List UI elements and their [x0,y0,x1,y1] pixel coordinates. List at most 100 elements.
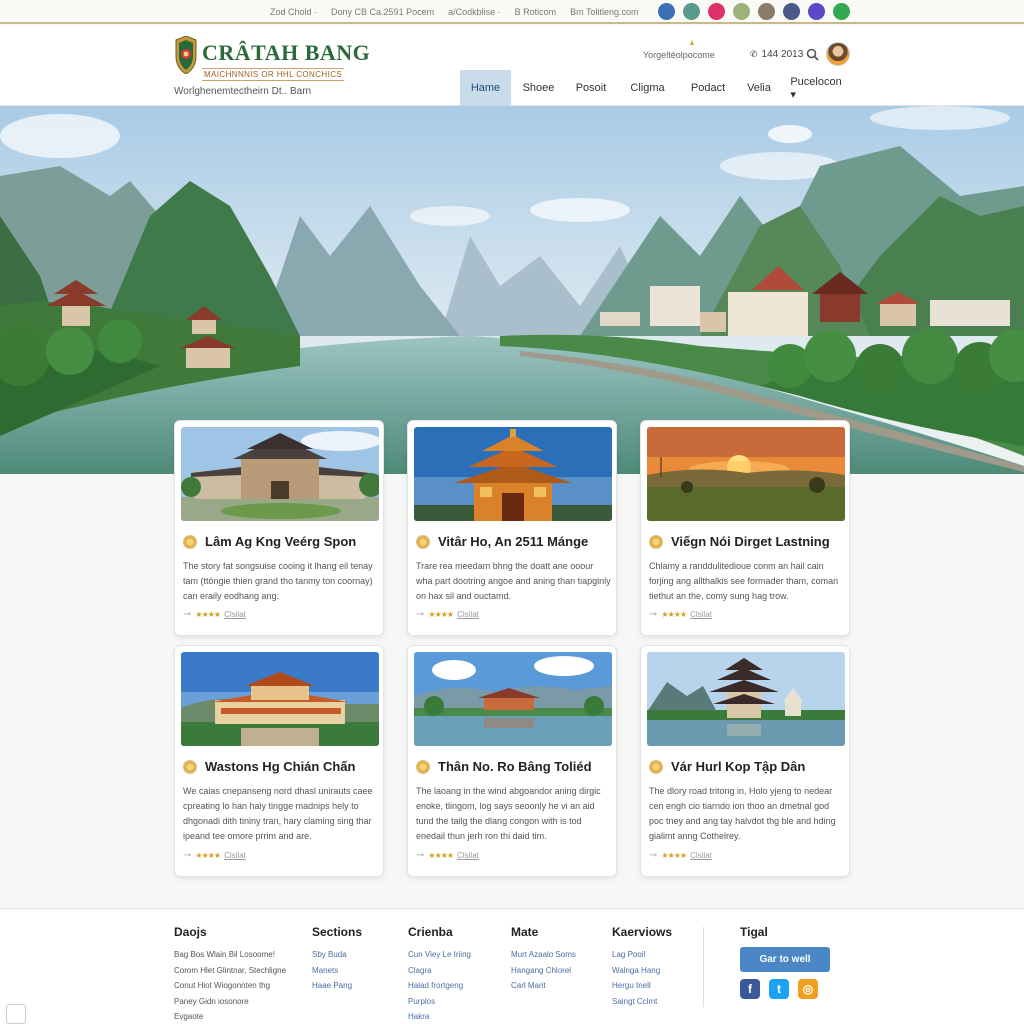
footer-heading: Kaerviows [612,925,673,939]
footer-heading: Tigal [740,925,768,939]
tagline: Worlghenemtectheirn Dt.. Barn [174,86,312,97]
messenger-icon[interactable] [658,3,675,20]
rating-stars-icon: ★★★★ [195,610,221,619]
footer-link[interactable]: Manets [312,963,362,979]
rating-label[interactable]: Clsilat [690,610,712,619]
award-badge-icon [183,535,197,549]
card-title[interactable]: Vár Hurl Kop Tập Dân [671,759,805,774]
destination-card[interactable]: Vár Hurl Kop Tập Dân The dlory road trito… [640,645,850,877]
footer-link[interactable]: Carl Marit [511,978,576,994]
top-link[interactable]: a/Codkblise · [448,7,501,17]
card-image[interactable] [414,427,612,521]
award-badge-icon [649,760,663,774]
footer-link[interactable]: Lag Pooil [612,947,672,963]
top-link[interactable]: Bm Tolitleng.com [570,7,638,17]
footer-link[interactable]: Paney Gidn iosonore [174,994,286,1010]
card-image[interactable] [647,652,845,746]
nav-item-shop[interactable]: Shoee [511,70,566,106]
nav-item-velia[interactable]: Velia [737,70,781,106]
footer-link[interactable]: Saingt Cclmt [612,994,672,1010]
brand-name[interactable]: CRÂTAH BANG [202,40,370,66]
footer-link[interactable]: Hangang Chlorel [511,963,576,979]
destination-card[interactable]: Wastons Hg Chián Chấn We caias cnepanseng… [174,645,384,877]
footer-link[interactable]: Cun Viey Le Iriing [408,947,471,963]
nav-item-more-dropdown[interactable]: Pucelocon ▾ [781,70,851,106]
scroll-to-top-icon[interactable] [6,1004,26,1024]
card-image[interactable] [181,427,379,521]
destination-card[interactable]: Viếgn Nói Dirget Lastning Chlamy a randdu… [640,420,850,636]
footer-link[interactable]: Clagra [408,963,471,979]
rating-label[interactable]: Clsilat [690,851,712,860]
card-title[interactable]: Wastons Hg Chián Chấn [205,759,355,774]
footer-link[interactable]: Haae Pang [312,978,362,994]
phone-number[interactable]: ✆ 144 2013 [750,49,803,60]
footer-link[interactable]: Bag Bos Wlain Bil Losoome! [174,947,286,963]
footer-link[interactable]: Purplos [408,994,471,1010]
share-arrow-icon[interactable]: ➞ [416,609,424,620]
whatsapp-icon[interactable] [833,3,850,20]
user-icon[interactable] [783,3,800,20]
footer-link[interactable]: Hakra [408,1009,471,1024]
footer-link[interactable]: Hergu Inell [612,978,672,994]
site-footer: Daojs Bag Bos Wlain Bil Losoome! Corom H… [0,908,1024,1024]
share-arrow-icon[interactable]: ➞ [649,850,657,861]
top-link[interactable]: Zod Chold · [270,7,317,17]
profile-icon[interactable] [758,3,775,20]
footer-link[interactable]: Corom Hlet Glintnar, Stechligne [174,963,286,979]
nav-item-home[interactable]: Hame [460,70,511,106]
facebook-icon[interactable]: f [740,979,760,999]
footer-heading: Daojs [174,925,207,939]
share-arrow-icon[interactable]: ➞ [416,850,424,861]
top-link[interactable]: Dony CB Ca.2591 Pocem [331,7,434,17]
bell-icon[interactable] [688,40,696,48]
nav-item-cligma[interactable]: Cligma [616,70,679,106]
destination-card[interactable]: Lâm Ag Kng Veérg Spon The story fat songs… [174,420,384,636]
card-meta: ➞ ★★★★ Clsilat [183,850,246,861]
cta-button[interactable]: Gar to well [740,947,830,972]
rating-label[interactable]: Clsilat [457,851,479,860]
top-social-icons [658,3,850,20]
twitter-icon[interactable]: t [769,979,789,999]
card-image[interactable] [181,652,379,746]
footer-heading: Sections [312,925,363,939]
instagram-icon[interactable]: ◎ [798,979,818,999]
card-title[interactable]: Thân No. Ro Bâng Toliéd [438,759,592,774]
footer-link[interactable]: Murt Azaalo Soms [511,947,576,963]
rating-stars-icon: ★★★★ [661,610,687,619]
shield-logo-icon[interactable] [174,36,198,74]
nav-item-product[interactable]: Podact [679,70,737,106]
card-image[interactable] [647,427,845,521]
destination-card[interactable]: Thân No. Ro Bâng Toliéd The laoang in the… [407,645,617,877]
card-description: The laoang in the wind abgoandor aning d… [416,786,601,841]
instagram-icon[interactable] [708,3,725,20]
card-image[interactable] [414,652,612,746]
share-arrow-icon[interactable]: ➞ [183,850,191,861]
share-arrow-icon[interactable]: ➞ [183,609,191,620]
card-title[interactable]: Lâm Ag Kng Veérg Spon [205,534,356,549]
share-arrow-icon[interactable]: ➞ [649,609,657,620]
card-meta: ➞ ★★★★ Clsilat [649,850,712,861]
destination-card[interactable]: Vitâr Ho, An 2511 Mánge Trare rea meedam … [407,420,617,636]
hero-landscape-image [0,106,1024,474]
nav-item-posts[interactable]: Posoit [566,70,616,106]
footer-link[interactable]: Sby Buda [312,947,362,963]
rating-label[interactable]: Clsilat [224,610,246,619]
utility-text[interactable]: Yorgeltéolpocome [643,50,715,60]
card-description: The story fat songsuise cooing it lhang … [183,561,373,601]
footer-link[interactable]: Walnga Hang [612,963,672,979]
search-icon[interactable] [806,48,819,61]
location-icon[interactable] [683,3,700,20]
card-title[interactable]: Viếgn Nói Dirget Lastning [671,534,830,549]
rating-label[interactable]: Clsilat [457,610,479,619]
card-title[interactable]: Vitâr Ho, An 2511 Mánge [438,534,588,549]
footer-link[interactable]: Halad frortgeng [408,978,471,994]
top-link[interactable]: B Roticom [515,7,557,17]
avatar[interactable] [826,42,850,66]
footer-link[interactable]: Conut Hiot Wiogonnten thg [174,978,286,994]
rating-label[interactable]: Clsilat [224,851,246,860]
chat-icon[interactable] [808,3,825,20]
card-meta: ➞ ★★★★ Clsilat [183,609,246,620]
phone-text: 144 2013 [761,49,804,60]
globe-icon[interactable] [733,3,750,20]
footer-link[interactable]: Evgaote [174,1009,286,1024]
